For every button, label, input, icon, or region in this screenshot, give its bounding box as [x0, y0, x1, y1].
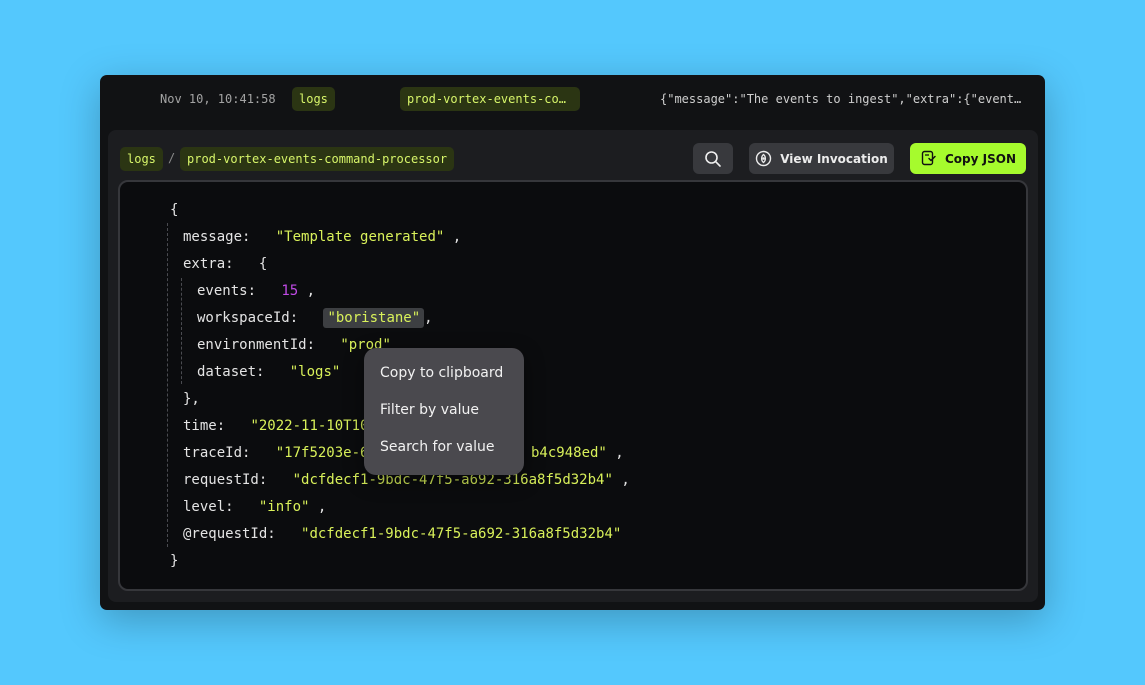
- log-source-tag[interactable]: logs: [292, 87, 335, 111]
- json-key: environmentId:: [197, 337, 316, 353]
- json-line-level: level: "info" ,: [183, 499, 327, 515]
- json-line-trace: traceId: "17f5203e-6: [183, 443, 368, 463]
- log-row[interactable]: Nov 10, 10:41:58 logs prod-vortex-events…: [100, 75, 1045, 125]
- log-detail-panel: logs / prod-vortex-events-command-proces…: [108, 130, 1038, 602]
- menu-item-search-for-value[interactable]: Search for value: [380, 439, 495, 455]
- copy-json-button[interactable]: Copy JSON: [910, 143, 1026, 174]
- json-value[interactable]: "info": [259, 499, 310, 515]
- json-value[interactable]: "2022-11-10T10: [250, 418, 368, 434]
- json-extra-close: },: [183, 391, 200, 407]
- indent-guide: [181, 278, 182, 384]
- menu-item-copy-to-clipboard[interactable]: Copy to clipboard: [380, 365, 503, 381]
- json-key: requestId:: [183, 472, 268, 488]
- context-menu: Copy to clipboard Filter by value Search…: [364, 348, 524, 475]
- json-line-events: events: 15 ,: [197, 283, 316, 299]
- json-key: time:: [183, 418, 226, 434]
- json-key: workspaceId:: [197, 310, 299, 326]
- json-key: events:: [197, 283, 257, 299]
- json-value[interactable]: "dcfdecf1-9bdc-47f5-a692-316a8f5d32b4": [301, 526, 621, 542]
- breadcrumb-separator: /: [168, 151, 176, 165]
- json-line-at-request: @requestId: "dcfdecf1-9bdc-47f5-a692-316…: [183, 524, 621, 544]
- search-icon: [705, 150, 721, 167]
- json-key: level:: [183, 499, 234, 515]
- search-button[interactable]: [693, 143, 733, 174]
- json-key: extra:: [183, 256, 234, 272]
- view-invocation-button[interactable]: View Invocation: [749, 143, 894, 174]
- json-value[interactable]: "Template generated": [276, 229, 445, 245]
- json-line-environment: environmentId: "prod": [197, 335, 391, 355]
- json-viewer: { message: "Template generated" , extra:…: [118, 180, 1028, 591]
- json-value-selected[interactable]: "boristane": [323, 308, 425, 328]
- json-line-message: message: "Template generated" ,: [183, 229, 462, 245]
- indent-guide: [167, 223, 168, 547]
- json-line-time: time: "2022-11-10T10: [183, 416, 368, 436]
- breadcrumb-function[interactable]: prod-vortex-events-command-processor: [180, 147, 455, 171]
- log-message-preview: {"message":"The events to ingest","extra…: [660, 92, 1022, 106]
- json-key: dataset:: [197, 364, 265, 380]
- log-function-tag[interactable]: prod-vortex-events-co…: [400, 87, 580, 111]
- json-value[interactable]: "logs": [290, 364, 341, 380]
- copy-json-label: Copy JSON: [945, 151, 1016, 166]
- eye-icon: [756, 150, 772, 167]
- json-key: @requestId:: [183, 526, 276, 542]
- log-window: Nov 10, 10:41:58 logs prod-vortex-events…: [100, 75, 1045, 610]
- json-line-dataset: dataset: "logs": [197, 362, 340, 382]
- json-key: traceId:: [183, 445, 251, 461]
- json-close-brace: }: [170, 553, 179, 569]
- json-open-brace: {: [170, 202, 179, 218]
- json-trace-tail: b4c948ed" ,: [531, 445, 624, 461]
- json-line-extra: extra: {: [183, 256, 268, 272]
- json-value[interactable]: "17f5203e-6: [276, 445, 369, 461]
- json-key: message:: [183, 229, 251, 245]
- json-value[interactable]: b4c948ed": [531, 445, 607, 461]
- json-value[interactable]: 15: [281, 283, 298, 299]
- log-timestamp: Nov 10, 10:41:58: [160, 92, 276, 106]
- breadcrumb-dataset[interactable]: logs: [120, 147, 163, 171]
- copy-icon: [921, 150, 936, 166]
- menu-item-filter-by-value[interactable]: Filter by value: [380, 402, 479, 418]
- json-line-workspace: workspaceId: "boristane",: [197, 308, 433, 328]
- view-invocation-label: View Invocation: [780, 151, 888, 166]
